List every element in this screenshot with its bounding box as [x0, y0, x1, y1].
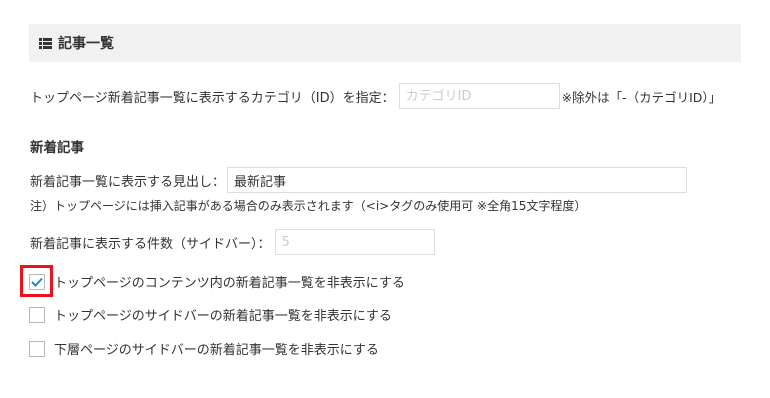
- hide-top-content-label: トップページのコンテンツ内の新着記事一覧を非表示にする: [54, 276, 405, 291]
- hide-sub-sidebar-checkbox[interactable]: [29, 340, 45, 357]
- category-id-input[interactable]: [398, 83, 560, 109]
- category-setting-row: トップページ新着記事一覧に表示するカテゴリ（ID）を指定： ※除外は「-（カテゴ…: [30, 83, 721, 109]
- checkbox-row-hide-top-content[interactable]: トップページのコンテンツ内の新着記事一覧を非表示にする: [29, 272, 405, 291]
- headline-input[interactable]: [227, 167, 688, 193]
- checkbox-row-hide-sub-sidebar[interactable]: 下層ページのサイドバーの新着記事一覧を非表示にする: [29, 339, 379, 358]
- headline-note: 注）トップページには挿入記事がある場合のみ表示されます（<i>タグのみ使用可 ※…: [30, 199, 587, 213]
- sidebar-count-row: 新着記事に表示する件数（サイドバー）：: [30, 229, 435, 255]
- sidebar-count-input[interactable]: [274, 229, 435, 255]
- headline-label: 新着記事一覧に表示する見出し：: [30, 174, 226, 190]
- section-title: 記事一覧: [58, 36, 114, 52]
- hide-top-sidebar-checkbox[interactable]: [29, 306, 45, 323]
- list-icon: [39, 37, 52, 49]
- hide-top-content-checkbox[interactable]: [29, 273, 45, 290]
- new-posts-heading: 新着記事: [30, 140, 84, 156]
- checkbox-row-hide-top-sidebar[interactable]: トップページのサイドバーの新着記事一覧を非表示にする: [29, 305, 392, 324]
- sidebar-count-label: 新着記事に表示する件数（サイドバー）：: [30, 236, 271, 252]
- hide-top-sidebar-label: トップページのサイドバーの新着記事一覧を非表示にする: [54, 309, 392, 324]
- settings-page: 記事一覧 トップページ新着記事一覧に表示するカテゴリ（ID）を指定： ※除外は「…: [0, 0, 770, 398]
- headline-row: 新着記事一覧に表示する見出し：: [30, 167, 688, 193]
- section-header: 記事一覧: [29, 24, 741, 62]
- category-id-note: ※除外は「-（カテゴリID）」: [561, 89, 722, 105]
- hide-sub-sidebar-label: 下層ページのサイドバーの新着記事一覧を非表示にする: [54, 343, 379, 358]
- checkmark-icon: [31, 277, 43, 287]
- category-id-label: トップページ新着記事一覧に表示するカテゴリ（ID）を指定：: [30, 90, 395, 106]
